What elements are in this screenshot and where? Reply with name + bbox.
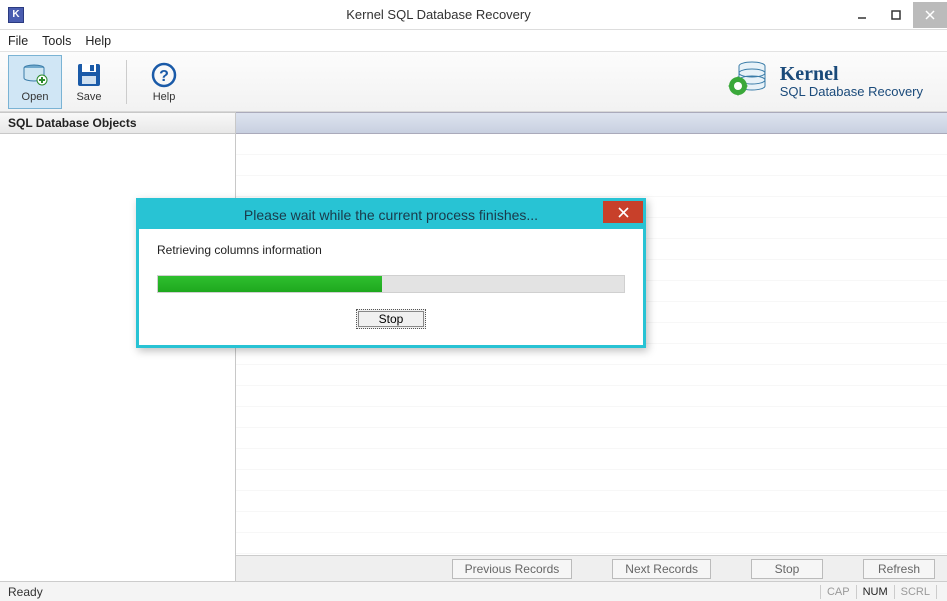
- open-label: Open: [22, 91, 49, 103]
- title-bar: K Kernel SQL Database Recovery: [0, 0, 947, 30]
- dialog-title-text: Please wait while the current process fi…: [244, 207, 538, 223]
- dialog-message: Retrieving columns information: [157, 243, 625, 257]
- menu-tools[interactable]: Tools: [42, 34, 71, 48]
- menu-help[interactable]: Help: [85, 34, 111, 48]
- brand-sub: SQL Database Recovery: [780, 85, 923, 99]
- minimize-button[interactable]: [845, 2, 879, 28]
- cap-indicator: CAP: [823, 586, 854, 598]
- save-label: Save: [76, 91, 101, 103]
- dialog-stop-button[interactable]: Stop: [356, 309, 427, 329]
- open-icon: [20, 61, 50, 89]
- maximize-button[interactable]: [879, 2, 913, 28]
- toolbar: Open Save ? Help Kernel SQL Database Rec…: [0, 52, 947, 112]
- next-records-button[interactable]: Next Records: [612, 559, 711, 579]
- help-label: Help: [153, 91, 176, 103]
- menu-bar: File Tools Help: [0, 30, 947, 52]
- grid-header: [236, 112, 947, 134]
- close-button[interactable]: [913, 2, 947, 28]
- save-icon: [74, 61, 104, 89]
- num-indicator: NUM: [859, 586, 892, 598]
- status-text: Ready: [8, 585, 43, 599]
- dialog-close-button[interactable]: [603, 201, 643, 223]
- svg-text:?: ?: [159, 68, 169, 85]
- brand-icon: [726, 58, 770, 105]
- dialog-body: Retrieving columns information Stop: [139, 229, 643, 345]
- sidebar-header: SQL Database Objects: [0, 112, 235, 134]
- window-controls: [845, 2, 947, 28]
- previous-records-button[interactable]: Previous Records: [452, 559, 573, 579]
- bottom-bar: Previous Records Next Records Stop Refre…: [236, 555, 947, 581]
- progress-bar: [157, 275, 625, 293]
- brand-name: Kernel: [780, 63, 923, 85]
- status-bar: Ready CAP NUM SCRL: [0, 581, 947, 601]
- menu-file[interactable]: File: [8, 34, 28, 48]
- open-button[interactable]: Open: [8, 55, 62, 109]
- save-button[interactable]: Save: [62, 55, 116, 109]
- help-icon: ?: [149, 61, 179, 89]
- progress-dialog: Please wait while the current process fi…: [136, 198, 646, 348]
- stop-button[interactable]: Stop: [751, 559, 823, 579]
- scrl-indicator: SCRL: [897, 586, 934, 598]
- progress-fill: [158, 276, 382, 292]
- app-icon: K: [8, 7, 24, 23]
- help-button[interactable]: ? Help: [137, 55, 191, 109]
- refresh-button[interactable]: Refresh: [863, 559, 935, 579]
- window-title: Kernel SQL Database Recovery: [32, 7, 845, 22]
- brand-text: Kernel SQL Database Recovery: [780, 63, 923, 99]
- dialog-titlebar: Please wait while the current process fi…: [139, 201, 643, 229]
- brand: Kernel SQL Database Recovery: [726, 58, 939, 105]
- toolbar-separator: [126, 60, 127, 104]
